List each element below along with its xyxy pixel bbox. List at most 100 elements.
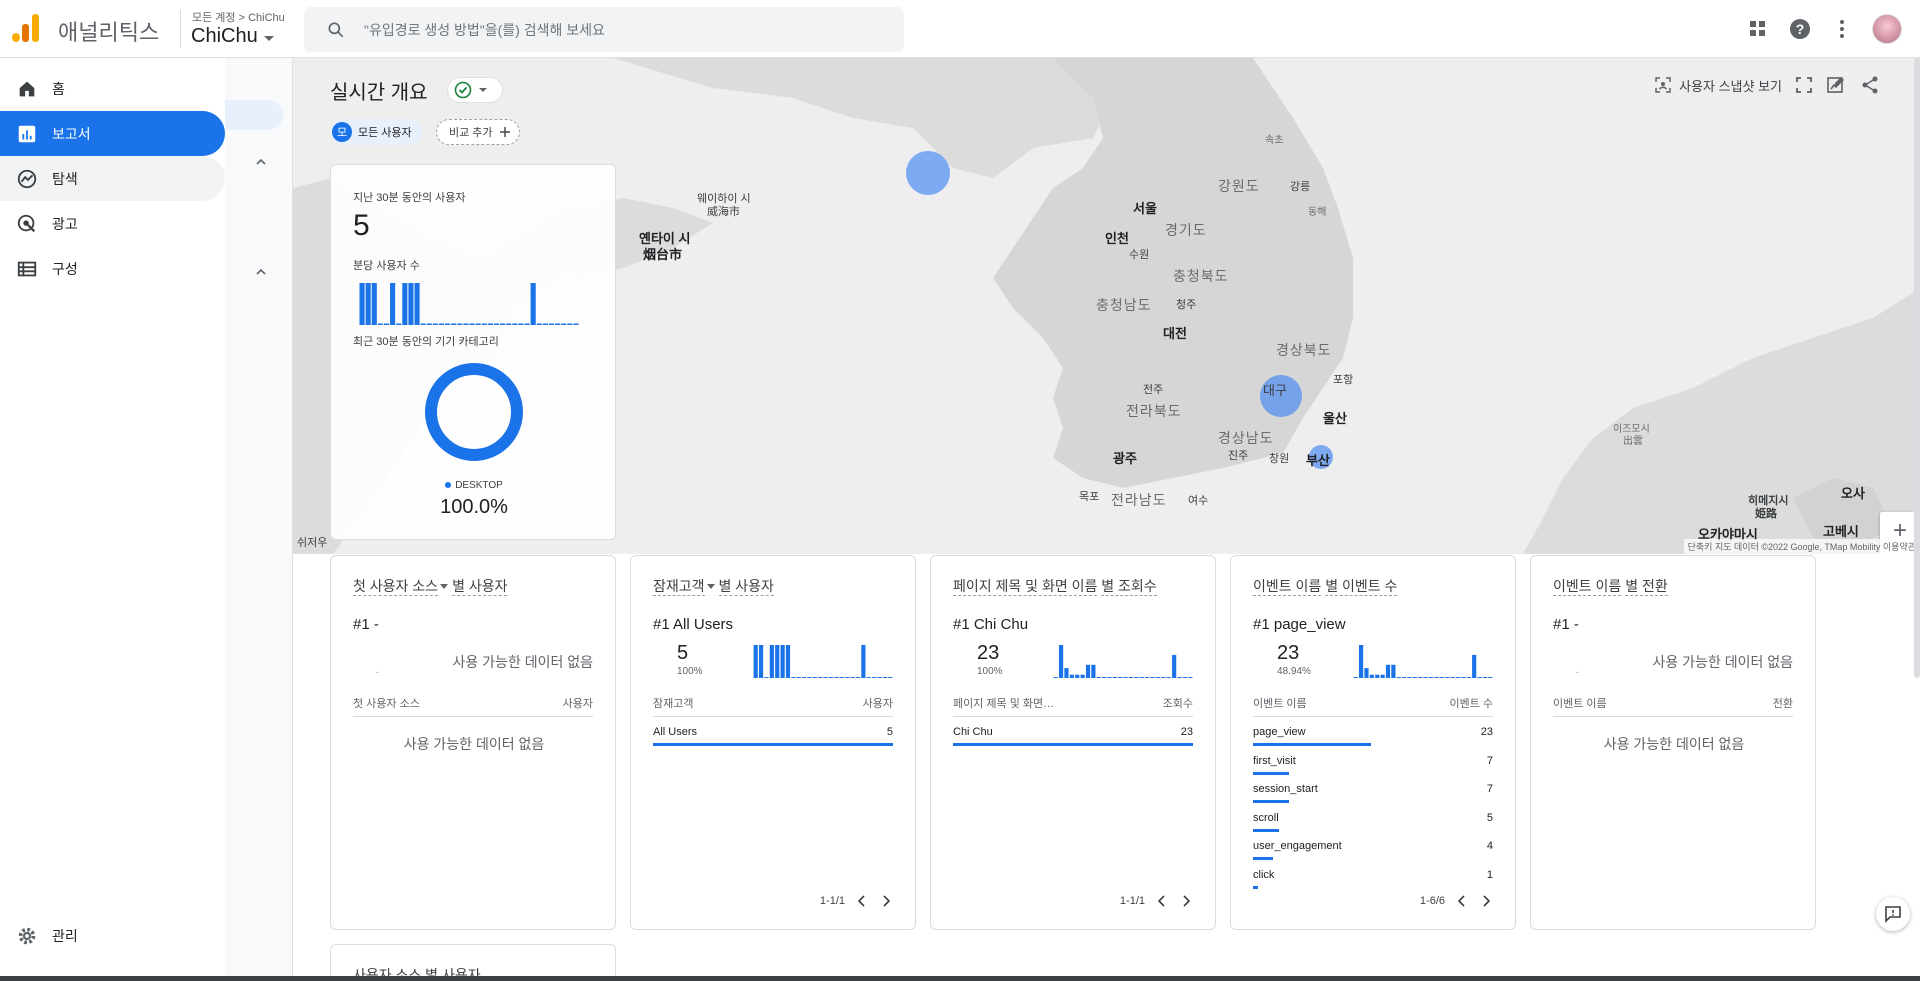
minute-bar[interactable]	[396, 323, 402, 326]
table-row[interactable]: click 1	[1253, 865, 1493, 893]
nav-item-advertising[interactable]: 광고	[0, 201, 225, 246]
minute-bar[interactable]	[377, 323, 383, 326]
minute-bar[interactable]	[451, 323, 457, 326]
metric-label[interactable]: 별 사용자	[452, 578, 508, 596]
chevron-down-icon[interactable]	[440, 583, 449, 589]
table-row[interactable]: user_engagement 4	[1253, 836, 1493, 864]
card-title[interactable]: 첫 사용자 소스 별 사용자	[353, 576, 508, 596]
per-minute-bar-chart[interactable]	[359, 281, 579, 325]
chevron-down-icon[interactable]	[706, 583, 715, 589]
search-bar[interactable]	[304, 7, 904, 52]
minute-bar[interactable]	[567, 323, 573, 326]
property-selector[interactable]: ChiChu	[191, 25, 274, 48]
minute-bar[interactable]	[438, 323, 445, 326]
minute-bar[interactable]	[365, 283, 371, 325]
minute-bar[interactable]	[518, 323, 524, 326]
card-title[interactable]: 이벤트 이름 별 이벤트 수	[1253, 576, 1398, 596]
subnav-selected-item[interactable]	[225, 100, 283, 130]
breadcrumb[interactable]: 모든 계정 > ChiChu	[192, 9, 285, 25]
minute-bar[interactable]	[512, 323, 518, 326]
minute-bar[interactable]	[420, 323, 426, 326]
table-row[interactable]: page_view 23	[1253, 722, 1493, 750]
minute-bar[interactable]	[408, 283, 414, 325]
analytics-logo[interactable]	[12, 14, 40, 42]
minute-bar[interactable]	[524, 323, 530, 326]
audience-chip[interactable]: 모 모든 사용자	[330, 119, 422, 145]
sparkline-bars[interactable]	[1353, 644, 1493, 678]
chevron-left-icon[interactable]	[1155, 894, 1169, 908]
avatar[interactable]	[1872, 14, 1902, 44]
minute-bar[interactable]	[542, 323, 548, 326]
card-title[interactable]: 페이지 제목 및 화면 이름 별 조회수	[953, 576, 1157, 596]
map-bubble-seoul[interactable]	[906, 151, 950, 195]
chevron-left-icon[interactable]	[1455, 894, 1469, 908]
table-row[interactable]: scroll 5	[1253, 808, 1493, 836]
nav-item-home[interactable]: 홈	[0, 66, 225, 111]
table-row[interactable]: session_start 7	[1253, 779, 1493, 807]
minute-bar[interactable]	[457, 323, 463, 326]
chevron-right-icon[interactable]	[879, 894, 893, 908]
minute-bar[interactable]	[548, 323, 555, 326]
device-donut-chart[interactable]	[425, 363, 523, 461]
metric-label[interactable]: 별 사용자	[718, 578, 774, 596]
minute-bar[interactable]	[371, 283, 377, 325]
minute-bar[interactable]	[463, 323, 469, 326]
table-row[interactable]: All Users 5	[653, 722, 893, 750]
user-snapshot-button[interactable]: 사용자 스냅샷 보기	[1655, 76, 1782, 95]
metric-label[interactable]: 별 전환	[1625, 578, 1668, 596]
nav-item-reports[interactable]: 보고서	[0, 111, 225, 156]
minute-bar[interactable]	[469, 323, 475, 326]
minute-bar[interactable]	[390, 283, 396, 325]
dimension-label[interactable]: 페이지 제목 및 화면 이름	[953, 578, 1098, 596]
data-status-selector[interactable]	[447, 77, 503, 103]
chevron-right-icon[interactable]	[1179, 894, 1193, 908]
nav-item-explore[interactable]: 탐색	[0, 156, 225, 201]
chevron-up-icon[interactable]	[255, 266, 267, 278]
chevron-up-icon[interactable]	[255, 156, 267, 168]
dimension-label[interactable]: 이벤트 이름	[1553, 578, 1622, 596]
minute-bar[interactable]	[561, 323, 567, 326]
feedback-button[interactable]	[1876, 897, 1910, 931]
minute-bar[interactable]	[414, 283, 420, 325]
sparkline-bars[interactable]	[753, 644, 893, 678]
minute-bar[interactable]	[402, 283, 408, 325]
minute-bar[interactable]	[536, 323, 542, 326]
dimension-label[interactable]: 잠재고객	[653, 578, 705, 596]
nav-item-configure[interactable]: 구성	[0, 246, 225, 291]
table-row[interactable]: first_visit 7	[1253, 751, 1493, 779]
nav-item-admin[interactable]: 관리	[0, 913, 225, 958]
dimension-label[interactable]: 이벤트 이름	[1253, 578, 1322, 596]
minute-bar[interactable]	[530, 283, 536, 325]
page-scrollbar[interactable]	[1914, 58, 1920, 678]
minute-bar[interactable]	[426, 323, 432, 326]
minute-bar[interactable]	[573, 323, 579, 326]
table-row[interactable]: Chi Chu 23	[953, 722, 1193, 750]
map-attribution[interactable]: 단축키 지도 데이터 ©2022 Google, TMap Mobility 이…	[1683, 539, 1920, 554]
apps-grid-icon[interactable]	[1746, 17, 1770, 41]
minute-bar[interactable]	[445, 323, 451, 326]
search-input[interactable]	[364, 21, 884, 38]
dimension-label[interactable]: 첫 사용자 소스	[353, 578, 439, 596]
minute-bar[interactable]	[432, 323, 438, 326]
minute-bar[interactable]	[475, 323, 481, 326]
customize-report-icon[interactable]	[1826, 75, 1846, 95]
chevron-left-icon[interactable]	[855, 894, 869, 908]
share-icon[interactable]	[1860, 75, 1880, 95]
help-icon[interactable]: ?	[1788, 17, 1812, 41]
minute-bar[interactable]	[359, 283, 365, 325]
card-title[interactable]: 이벤트 이름 별 전환	[1553, 576, 1668, 596]
minute-bar[interactable]	[487, 323, 493, 326]
minute-bar[interactable]	[506, 323, 512, 326]
minute-bar[interactable]	[383, 323, 390, 326]
app-name[interactable]: 애널리틱스	[58, 15, 159, 47]
minute-bar[interactable]	[555, 323, 561, 326]
fullscreen-icon[interactable]	[1796, 77, 1812, 93]
card-title[interactable]: 잠재고객 별 사용자	[653, 576, 774, 596]
metric-label[interactable]: 별 이벤트 수	[1325, 578, 1398, 596]
minute-bar[interactable]	[493, 323, 500, 326]
metric-label[interactable]: 별 조회수	[1101, 578, 1157, 596]
sparkline-bars[interactable]	[1053, 644, 1193, 678]
chevron-right-icon[interactable]	[1479, 894, 1493, 908]
add-comparison-button[interactable]: 비교 추가	[436, 119, 520, 145]
minute-bar[interactable]	[500, 323, 506, 326]
